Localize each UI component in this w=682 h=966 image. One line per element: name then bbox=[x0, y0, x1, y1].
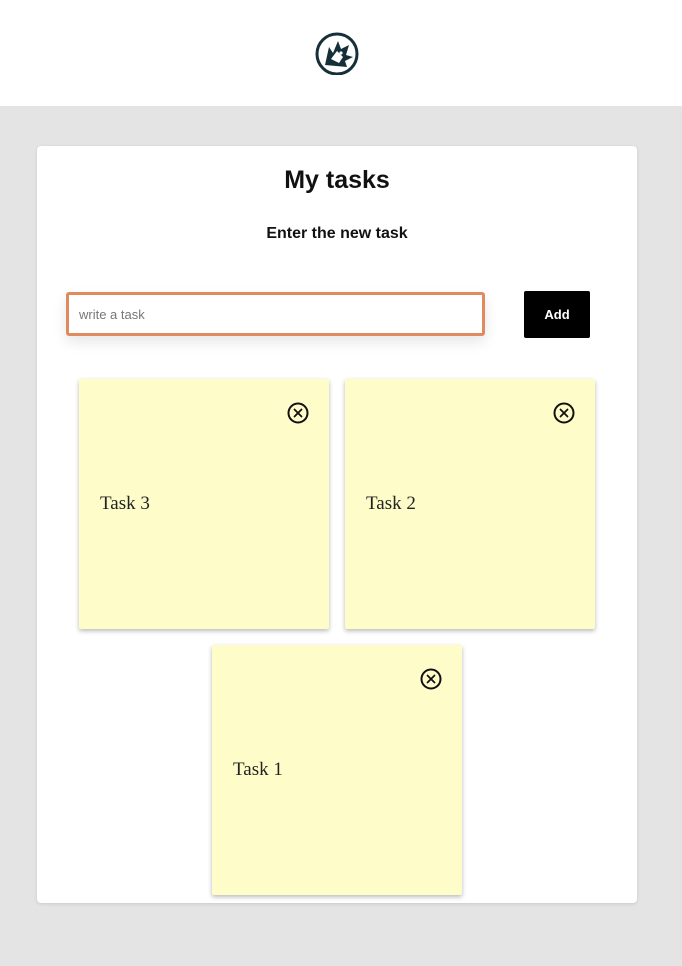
close-circle-icon[interactable] bbox=[287, 402, 309, 424]
task-label: Task 3 bbox=[100, 493, 150, 514]
page-title: My tasks bbox=[284, 166, 390, 194]
task-note-3: Task 3 bbox=[79, 379, 329, 629]
new-task-label: Enter the new task bbox=[266, 225, 408, 242]
wolf-logo-icon bbox=[315, 32, 359, 75]
add-button[interactable]: Add bbox=[524, 291, 590, 338]
task-note-1: Task 1 bbox=[212, 645, 462, 895]
task-label: Task 2 bbox=[366, 493, 416, 514]
task-label: Task 1 bbox=[233, 759, 283, 780]
close-circle-icon[interactable] bbox=[420, 668, 442, 690]
top-header bbox=[0, 0, 682, 106]
task-input[interactable] bbox=[66, 292, 485, 336]
tasks-card: My tasks Enter the new task Add Task 3 T… bbox=[37, 146, 637, 903]
task-note-2: Task 2 bbox=[345, 379, 595, 629]
close-circle-icon[interactable] bbox=[553, 402, 575, 424]
